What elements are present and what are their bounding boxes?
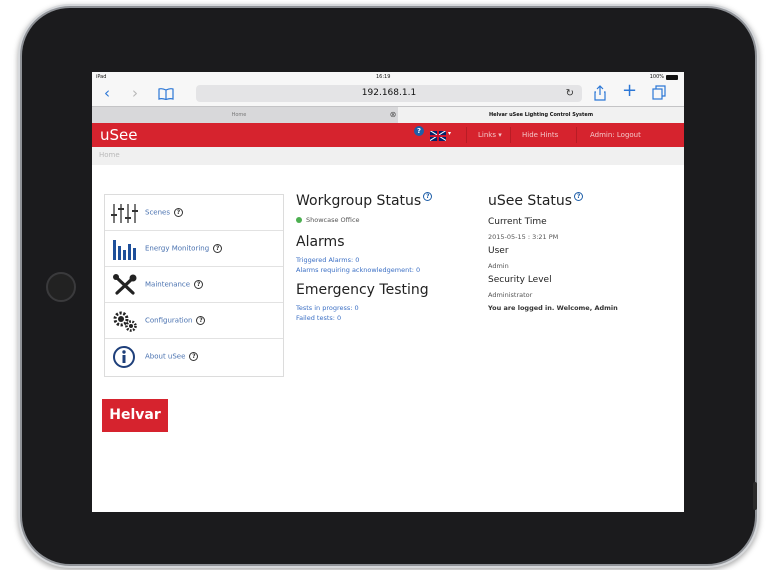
admin-logout-link[interactable]: Admin: Logout — [590, 123, 641, 147]
new-tab-plus-icon[interactable]: + — [622, 82, 637, 100]
reload-icon[interactable]: ↻ — [566, 85, 574, 102]
bar-chart-icon — [111, 238, 139, 260]
browser-tab-bar: Home ⊗ Helvar uSee Lighting Control Syst… — [92, 106, 684, 123]
home-button[interactable] — [46, 272, 76, 302]
language-caret-icon[interactable]: ▾ — [448, 130, 451, 137]
tests-in-progress-link[interactable]: Tests in progress: 0 — [296, 303, 476, 313]
current-time-label: Current Time — [488, 217, 547, 227]
clock: 16:19 — [376, 74, 391, 80]
share-icon[interactable] — [594, 85, 606, 105]
help-circle-icon[interactable]: ? — [194, 280, 204, 289]
workgroup-status-heading: Workgroup Status? — [296, 192, 476, 210]
hide-hints-link[interactable]: Hide Hints — [522, 123, 558, 147]
menu-item-maintenance[interactable]: Maintenance? — [105, 267, 283, 303]
gears-icon — [111, 310, 139, 332]
status-column: Workgroup Status? Showcase Office Alarms… — [296, 192, 476, 323]
help-icon[interactable]: ? — [414, 126, 424, 136]
help-circle-icon[interactable]: ? — [196, 316, 206, 325]
status-dot-icon — [296, 217, 302, 223]
ipad-screen: iPad 16:19 100% ‹ › 192.168.1.1 ↻ + Home… — [92, 72, 684, 512]
side-button[interactable] — [753, 482, 757, 510]
welcome-message: You are logged in. Welcome, Admin — [488, 304, 618, 312]
menu-label-configuration: Configuration? — [145, 316, 206, 325]
battery-icon — [666, 75, 678, 80]
workgroup-item[interactable]: Showcase Office — [296, 215, 476, 225]
helvar-logo: Helvar — [102, 399, 168, 432]
usee-logo[interactable]: uSee — [100, 126, 138, 144]
security-level-value: Administrator — [488, 291, 533, 299]
sliders-icon — [111, 202, 139, 224]
battery-percent: 100% — [649, 74, 664, 80]
safari-toolbar: ‹ › 192.168.1.1 ↻ + — [92, 82, 684, 106]
nav-divider — [510, 127, 511, 143]
emergency-testing-heading: Emergency Testing — [296, 282, 429, 298]
alarms-heading: Alarms — [296, 234, 345, 250]
ios-status-bar: iPad 16:19 100% — [92, 72, 684, 82]
url-text: 192.168.1.1 — [361, 88, 417, 98]
security-level-label: Security Level — [488, 275, 552, 285]
triggered-alarms-link[interactable]: Triggered Alarms: 0 — [296, 255, 476, 265]
help-circle-icon[interactable]: ? — [174, 208, 183, 217]
failed-tests-link[interactable]: Failed tests: 0 — [296, 313, 476, 323]
tab-usee[interactable]: Helvar uSee Lighting Control System — [398, 107, 684, 123]
breadcrumb-bar: Home — [92, 147, 684, 165]
nav-divider — [466, 127, 467, 143]
help-circle-icon[interactable]: ? — [189, 352, 199, 361]
links-label: Links — [478, 131, 496, 139]
menu-item-about[interactable]: About uSee? — [105, 339, 283, 375]
usee-status-heading: uSee Status? — [488, 192, 678, 210]
carrier-label: iPad — [96, 74, 107, 80]
tab-home[interactable]: Home — [92, 107, 386, 123]
help-circle-icon[interactable]: ? — [574, 192, 584, 201]
menu-label-maintenance: Maintenance? — [145, 280, 204, 289]
user-label: User — [488, 246, 509, 256]
url-field[interactable]: 192.168.1.1 ↻ — [196, 85, 582, 102]
forward-chevron-icon[interactable]: › — [132, 84, 138, 102]
menu-label-energy: Energy Monitoring? — [145, 244, 223, 253]
menu-item-energy[interactable]: Energy Monitoring? — [105, 231, 283, 267]
tabs-overview-icon[interactable] — [652, 85, 666, 104]
main-menu: Scenes? Energy Monitoring? Maintenance? — [104, 194, 284, 377]
info-icon — [111, 346, 139, 368]
menu-item-scenes[interactable]: Scenes? — [105, 195, 283, 231]
current-time-value: 2015-05-15 : 3:21 PM — [488, 233, 559, 241]
uk-flag-icon[interactable] — [430, 131, 446, 141]
menu-item-configuration[interactable]: Configuration? — [105, 303, 283, 339]
tools-icon — [111, 274, 139, 296]
links-menu[interactable]: Links ▾ — [478, 123, 502, 147]
help-circle-icon[interactable]: ? — [213, 244, 223, 253]
user-value: Admin — [488, 262, 509, 270]
bookmarks-book-icon[interactable] — [158, 86, 174, 104]
alarms-ack-link[interactable]: Alarms requiring acknowledgement: 0 — [296, 265, 476, 275]
usee-status-column: uSee Status? Current Time 2015-05-15 : 3… — [488, 192, 678, 313]
menu-label-about: About uSee? — [145, 352, 199, 361]
back-chevron-icon[interactable]: ‹ — [104, 84, 110, 102]
tab-close-icon[interactable]: ⊗ — [388, 110, 398, 120]
menu-label-scenes: Scenes? — [145, 208, 183, 217]
breadcrumb[interactable]: Home — [99, 151, 120, 159]
nav-divider — [576, 127, 577, 143]
app-header: uSee ? ▾ Links ▾ Hide Hints Admin: Logou… — [92, 123, 684, 147]
help-circle-icon[interactable]: ? — [423, 192, 433, 201]
